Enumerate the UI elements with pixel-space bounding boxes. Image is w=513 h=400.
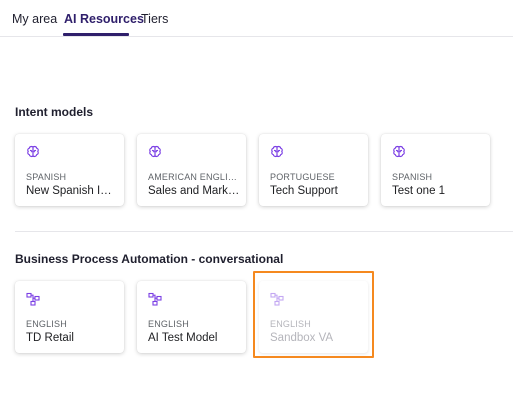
card-name: Tech Support (270, 185, 338, 197)
card-language: SPANISH (26, 172, 67, 182)
flow-diagram-icon (148, 292, 162, 306)
brain-icon (393, 145, 405, 158)
tab-my-area[interactable]: My area (12, 12, 57, 27)
brain-icon (271, 145, 283, 158)
intent-model-card[interactable]: SPANISH Test one 1 (381, 134, 490, 206)
section-title-bpa: Business Process Automation - conversati… (15, 252, 284, 266)
section-divider (15, 231, 513, 232)
intent-model-card[interactable]: SPANISH New Spanish Intent Model (15, 134, 124, 206)
tab-tiers[interactable]: Tiers (141, 12, 168, 27)
flow-diagram-icon (26, 292, 40, 306)
brain-icon (149, 145, 161, 158)
card-name: New Spanish Intent Model (26, 185, 118, 197)
card-language: AMERICAN ENGLISH (148, 172, 240, 182)
brain-icon (27, 145, 39, 158)
card-name: TD Retail (26, 332, 74, 344)
card-name: AI Test Model (148, 332, 218, 344)
bpa-model-card[interactable]: ENGLISH TD Retail (15, 281, 124, 353)
active-tab-indicator (63, 33, 129, 36)
section-title-intent-models: Intent models (15, 105, 94, 119)
card-language: PORTUGUESE (270, 172, 335, 182)
card-language: SPANISH (392, 172, 433, 182)
tab-bar: My area AI Resources Tiers (0, 0, 513, 37)
card-name: Sales and Marketing (148, 185, 240, 197)
intent-model-card[interactable]: PORTUGUESE Tech Support (259, 134, 368, 206)
highlight-outline (253, 271, 374, 358)
card-language: ENGLISH (26, 319, 67, 329)
card-language: ENGLISH (148, 319, 189, 329)
card-name: Test one 1 (392, 185, 446, 197)
tab-ai-resources[interactable]: AI Resources (64, 12, 144, 27)
bpa-model-card[interactable]: ENGLISH AI Test Model (137, 281, 246, 353)
intent-model-card[interactable]: AMERICAN ENGLISH Sales and Marketing (137, 134, 246, 206)
